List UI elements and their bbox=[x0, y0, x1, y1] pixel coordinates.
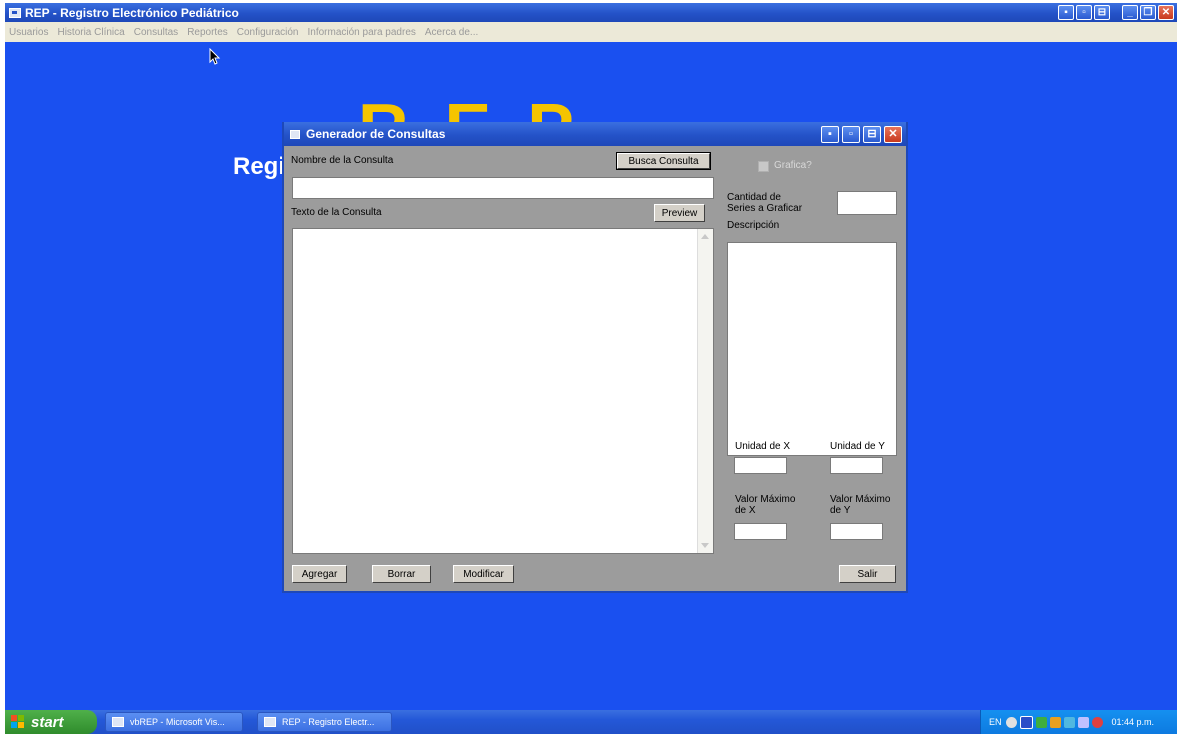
menu-acerca-de[interactable]: Acerca de... bbox=[421, 27, 483, 38]
dialog-window-icon[interactable] bbox=[290, 129, 300, 139]
tray-security-icon[interactable] bbox=[1091, 716, 1103, 728]
dialog-close-icon[interactable]: ✕ bbox=[884, 125, 902, 143]
query-generator-dialog: Generador de Consultas ▪ ▫ ⊟ ✕ Nombre de… bbox=[282, 122, 908, 593]
tray-volume-icon[interactable] bbox=[1077, 716, 1089, 728]
clock[interactable]: 01:44 p.m. bbox=[1112, 717, 1155, 727]
valor-max-y-label: Valor Máximo de Y bbox=[830, 494, 891, 516]
app-title: REP - Registro Electrónico Pediátrico bbox=[25, 5, 239, 20]
menu-configuracion[interactable]: Configuración bbox=[233, 27, 304, 38]
dialog-title: Generador de Consultas bbox=[306, 127, 446, 141]
task-rep-label: REP - Registro Electr... bbox=[282, 717, 375, 727]
cantidad-series-label: Cantidad de Series a Graficar bbox=[727, 192, 803, 214]
app-tool-icon-3[interactable]: ⊟ bbox=[1094, 5, 1110, 20]
app-window-icon[interactable] bbox=[9, 7, 21, 18]
salir-button[interactable]: Salir bbox=[839, 565, 896, 583]
nombre-consulta-input[interactable] bbox=[292, 177, 714, 199]
menu-informacion-padres[interactable]: Información para padres bbox=[303, 27, 420, 38]
descripcion-label: Descripción bbox=[727, 220, 780, 231]
dialog-tool-icon-2[interactable]: ▫ bbox=[842, 125, 860, 143]
valor-max-y-input[interactable] bbox=[830, 523, 883, 540]
nombre-consulta-label: Nombre de la Consulta bbox=[291, 155, 394, 166]
texto-consulta-area bbox=[292, 228, 714, 554]
agregar-button[interactable]: Agregar bbox=[292, 565, 347, 583]
background-heading: Registro Electrónico Pediátrico bbox=[233, 153, 283, 180]
app-task-icon bbox=[264, 717, 276, 727]
dialog-tool-icon-3[interactable]: ⊟ bbox=[863, 125, 881, 143]
grafica-label: Grafica? bbox=[774, 160, 812, 171]
texto-consulta-input[interactable] bbox=[293, 229, 697, 553]
close-icon[interactable]: ✕ bbox=[1158, 5, 1174, 20]
dialog-title-bar[interactable]: Generador de Consultas ▪ ▫ ⊟ ✕ bbox=[284, 122, 906, 146]
start-label: start bbox=[31, 713, 64, 731]
mouse-cursor-icon bbox=[209, 48, 221, 65]
task-vbrep-label: vbREP - Microsoft Vis... bbox=[130, 717, 225, 727]
menu-bar: Usuarios Historia Clínica Consultas Repo… bbox=[5, 22, 1177, 42]
menu-consultas[interactable]: Consultas bbox=[130, 27, 183, 38]
tray-network-icon[interactable] bbox=[1063, 716, 1075, 728]
tray-arrow-icon[interactable] bbox=[1005, 716, 1017, 728]
menu-reportes[interactable]: Reportes bbox=[183, 27, 233, 38]
task-rep[interactable]: REP - Registro Electr... bbox=[257, 712, 392, 732]
texto-consulta-label: Texto de la Consulta bbox=[291, 207, 382, 218]
taskbar: start vbREP - Microsoft Vis... REP - Reg… bbox=[5, 710, 1177, 734]
tray-app-icon-1[interactable] bbox=[1019, 715, 1033, 729]
scroll-up-icon[interactable] bbox=[701, 234, 709, 239]
dialog-tool-icon-1[interactable]: ▪ bbox=[821, 125, 839, 143]
minimize-icon[interactable]: _ bbox=[1122, 5, 1138, 20]
unidad-x-input[interactable] bbox=[734, 457, 787, 474]
unidad-y-input[interactable] bbox=[830, 457, 883, 474]
tray-app-icon-3[interactable] bbox=[1049, 716, 1061, 728]
borrar-button[interactable]: Borrar bbox=[372, 565, 431, 583]
restore-icon[interactable]: ❐ bbox=[1140, 5, 1156, 20]
valor-max-x-input[interactable] bbox=[734, 523, 787, 540]
query-scrollbar[interactable] bbox=[697, 229, 713, 553]
system-tray: EN 01:44 p.m. bbox=[980, 710, 1177, 734]
menu-historia-clinica[interactable]: Historia Clínica bbox=[53, 27, 129, 38]
task-vbrep[interactable]: vbREP - Microsoft Vis... bbox=[105, 712, 243, 732]
tray-app-icon-2[interactable] bbox=[1035, 716, 1047, 728]
language-indicator[interactable]: EN bbox=[989, 717, 1002, 727]
preview-button[interactable]: Preview bbox=[654, 204, 705, 222]
unidad-x-label: Unidad de X bbox=[735, 441, 791, 452]
start-button[interactable]: start bbox=[5, 710, 97, 734]
valor-max-x-label: Valor Máximo de X bbox=[735, 494, 796, 516]
menu-usuarios[interactable]: Usuarios bbox=[5, 27, 53, 38]
windows-flag-icon bbox=[11, 715, 25, 729]
scroll-down-icon[interactable] bbox=[701, 543, 709, 548]
app-title-bar[interactable]: REP - Registro Electrónico Pediátrico ▪ … bbox=[5, 3, 1177, 22]
busca-consulta-button[interactable]: Busca Consulta bbox=[616, 152, 711, 170]
vb-icon bbox=[112, 717, 124, 727]
app-tool-icon-1[interactable]: ▪ bbox=[1058, 5, 1074, 20]
descripcion-input[interactable] bbox=[727, 242, 897, 456]
app-tool-icon-2[interactable]: ▫ bbox=[1076, 5, 1092, 20]
unidad-y-label: Unidad de Y bbox=[830, 441, 885, 452]
cantidad-series-input[interactable] bbox=[837, 191, 897, 215]
modificar-button[interactable]: Modificar bbox=[453, 565, 514, 583]
grafica-checkbox[interactable] bbox=[758, 161, 769, 172]
